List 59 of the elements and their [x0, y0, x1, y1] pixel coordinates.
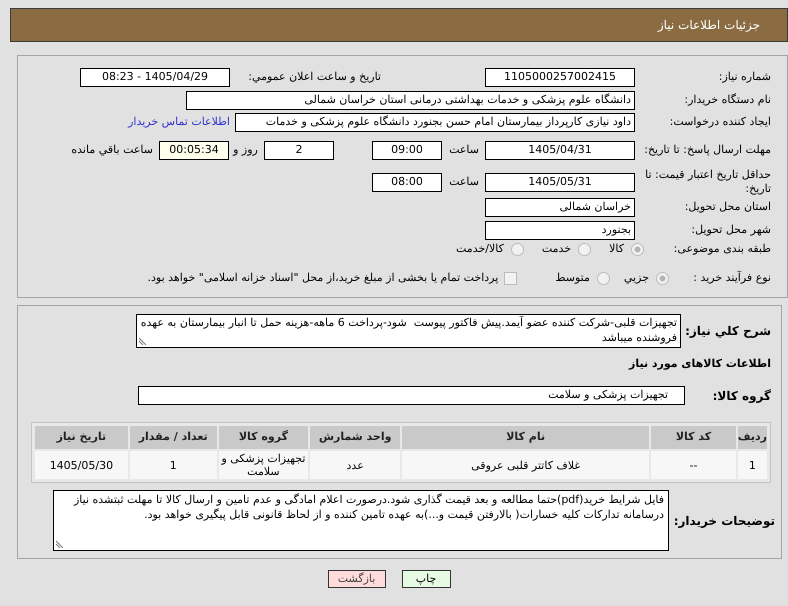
- field-label: شرح کلي نیاز:: [684, 323, 772, 340]
- city-field[interactable]: بجنورد: [485, 220, 635, 240]
- table-cell: 1: [130, 451, 217, 479]
- field-label: شهر محل تحویل:: [690, 222, 772, 238]
- need-number-field[interactable]: 1105000257002415: [485, 68, 635, 87]
- table-cell: غلاف کاتتر قلبی عروقی: [402, 451, 650, 479]
- goods-group-field[interactable]: تجهیزات پزشکی و سلامت: [138, 386, 685, 405]
- field-label: نوع فرآیند خرید :: [692, 270, 772, 286]
- table-header-cell: نام کالا: [402, 426, 650, 449]
- field-label: حداقل تاریخ اعتبار قیمت: تا تاریخ:: [644, 168, 772, 196]
- page-title: جزئیات اطلاعات نیاز: [658, 17, 760, 34]
- buyer-notes-textarea[interactable]: فایل شرایط خرید(pdf)حتما مطالعه و بعد قیمت گذاری شود.درصورت اعلام امادگی و عدم تامین و ارسال کالا تا مهلت ثبتشده نیاز درسامانه تدارکات کلیه خسارات( بالارفتن قیمت و...)به عهده تامین کننده و از لحاظ قانونی قابل پیگیری خواهد بود.: [53, 490, 669, 551]
- field-label: ساعت: [448, 174, 479, 190]
- summary-textarea[interactable]: تجهیزات قلبی-شرکت کننده عضو آیمد.پیش فاکتور پیوست شود-پرداخت 6 ماهه-هزینه حمل تا انبار بیمارستان به عهده فروشنده میباشد: [136, 314, 681, 348]
- table-header-cell: واحد شمارش: [310, 426, 400, 449]
- radio-label: کالا/خدمت: [456, 240, 504, 257]
- table-header-cell: تاریخ نیاز: [35, 426, 128, 449]
- field-label: ساعت: [448, 142, 479, 158]
- radio-label: جزيي: [624, 270, 649, 286]
- buyer-contact-link[interactable]: اطلاعات تماس خریدار: [128, 114, 230, 130]
- field-label: طبقه بندی موضوعی:: [672, 240, 772, 257]
- response-date-field[interactable]: 1405/04/31: [485, 140, 635, 160]
- buyer-organization-field[interactable]: دانشگاه علوم پزشکی و خدمات بهداشتی درمانی استان خراسان شمالی: [186, 90, 635, 110]
- table-header-cell: کد کالا: [651, 426, 736, 449]
- validity-time-field[interactable]: 08:00: [372, 172, 442, 192]
- table-cell: 1405/05/30: [35, 451, 128, 479]
- table-header-cell: ردیف: [738, 426, 767, 449]
- field-label: ساعت باقي مانده: [71, 142, 153, 158]
- table-cell: --: [651, 451, 736, 479]
- field-label: تاریخ و ساعت اعلان عمومي:: [247, 69, 381, 86]
- announcement-date-field[interactable]: 1405/04/29 - 08:23: [80, 68, 230, 87]
- table-cell: عدد: [310, 451, 400, 479]
- table-cell: 1: [738, 451, 767, 479]
- field-label: شماره نیاز:: [718, 69, 772, 86]
- radio-label: خدمت: [542, 240, 572, 257]
- table-cell: تجهیزات پزشکی و سلامت: [218, 451, 308, 479]
- radio-label: کالا: [609, 240, 624, 257]
- field-label: روز و: [232, 142, 259, 158]
- field-label: ایجاد کننده درخواست:: [668, 114, 772, 130]
- resize-grip-icon[interactable]: [139, 337, 147, 345]
- field-label: گروه کالا:: [712, 388, 772, 404]
- requester-field[interactable]: داود نیازی کارپرداز بیمارستان امام حسن بجنورد دانشگاه علوم پزشکی و خدمات: [235, 112, 635, 132]
- province-field[interactable]: خراسان شمالی: [485, 198, 635, 216]
- checkbox-label: پرداخت تمام یا بخشی از مبلغ خرید،از محل "اسناد خزانه اسلامی" خواهد بود.: [148, 270, 498, 286]
- validity-date-field[interactable]: 1405/05/31: [485, 172, 635, 192]
- back-button[interactable]: بازگشت: [328, 570, 386, 588]
- field-label: توضیحات خریدار:: [672, 512, 776, 530]
- field-label: نام دستگاه خریدار:: [683, 92, 772, 108]
- field-label: استان محل تحویل:: [684, 198, 772, 215]
- section-title: اطلاعات کالاهای مورد نیاز: [629, 356, 772, 372]
- print-button[interactable]: چاپ: [402, 570, 450, 588]
- response-time-field[interactable]: 09:00: [372, 140, 442, 160]
- radio-label: متوسط: [555, 270, 590, 286]
- resize-grip-icon[interactable]: [56, 540, 64, 548]
- table-header-cell: تعداد / مقدار: [130, 426, 217, 449]
- table-header-cell: گروه کالا: [218, 426, 308, 449]
- remaining-time-field[interactable]: 00:05:34: [159, 140, 229, 160]
- field-label: مهلت ارسال پاسخ: تا تاریخ:: [643, 143, 772, 157]
- days-field[interactable]: 2: [264, 140, 334, 160]
